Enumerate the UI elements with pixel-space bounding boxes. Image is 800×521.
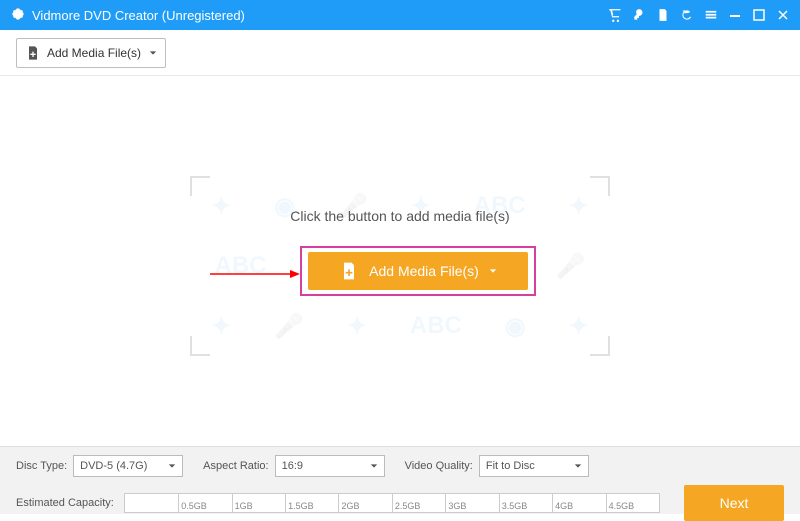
window-title: Vidmore DVD Creator (Unregistered) xyxy=(32,8,245,23)
chevron-down-icon xyxy=(149,49,157,57)
titlebar: Vidmore DVD Creator (Unregistered) xyxy=(0,0,800,30)
add-media-label-large: Add Media File(s) xyxy=(369,263,479,279)
capacity-label: Estimated Capacity: xyxy=(16,497,114,509)
capacity-bar: 0.5GB 1GB 1.5GB 2GB 2.5GB 3GB 3.5GB 4GB … xyxy=(124,493,660,513)
file-add-icon xyxy=(339,261,359,281)
menu-icon[interactable] xyxy=(704,8,718,22)
doc-icon[interactable] xyxy=(656,8,670,22)
app-logo-icon xyxy=(10,7,26,23)
maximize-icon[interactable] xyxy=(752,8,766,22)
annotation-arrow-icon xyxy=(210,268,300,280)
capacity-tick: 0.5GB xyxy=(178,494,207,512)
add-media-label-small: Add Media File(s) xyxy=(47,46,141,60)
cart-icon[interactable] xyxy=(608,8,622,22)
disc-type-label: Disc Type: xyxy=(16,460,67,472)
main-area: ✦◉🎤✦ABC✦ ABC✦◉ABC🎤 ✦🎤✦ABC◉✦ Click the bu… xyxy=(0,76,800,446)
aspect-ratio-group: Aspect Ratio: 16:9 xyxy=(203,455,384,477)
capacity-tick: 2GB xyxy=(338,494,359,512)
bottombar: Disc Type: DVD-5 (4.7G) Aspect Ratio: 16… xyxy=(0,446,800,514)
video-quality-label: Video Quality: xyxy=(405,460,473,472)
corner-bl xyxy=(190,336,210,356)
aspect-ratio-label: Aspect Ratio: xyxy=(203,460,268,472)
annotation-highlight: Add Media File(s) xyxy=(300,246,536,296)
minimize-icon[interactable] xyxy=(728,8,742,22)
capacity-tick: 2.5GB xyxy=(392,494,421,512)
video-quality-group: Video Quality: Fit to Disc xyxy=(405,455,589,477)
add-media-button-small[interactable]: Add Media File(s) xyxy=(16,38,166,68)
chevron-down-icon xyxy=(370,462,378,470)
toolbar: Add Media File(s) xyxy=(0,30,800,76)
close-icon[interactable] xyxy=(776,8,790,22)
chevron-down-icon xyxy=(574,462,582,470)
corner-br xyxy=(590,336,610,356)
dropzone-hint: Click the button to add media file(s) xyxy=(190,208,610,224)
disc-type-select[interactable]: DVD-5 (4.7G) xyxy=(73,455,183,477)
disc-type-group: Disc Type: DVD-5 (4.7G) xyxy=(16,455,183,477)
bottom-row-2: Estimated Capacity: 0.5GB 1GB 1.5GB 2GB … xyxy=(16,485,784,521)
corner-tr xyxy=(590,176,610,196)
titlebar-actions xyxy=(608,8,790,22)
capacity-tick: 4GB xyxy=(552,494,573,512)
aspect-ratio-select[interactable]: 16:9 xyxy=(275,455,385,477)
video-quality-select[interactable]: Fit to Disc xyxy=(479,455,589,477)
chevron-down-icon xyxy=(489,267,497,275)
add-media-button-large[interactable]: Add Media File(s) xyxy=(308,252,528,290)
corner-tl xyxy=(190,176,210,196)
capacity-tick: 4.5GB xyxy=(606,494,635,512)
next-button[interactable]: Next xyxy=(684,485,784,521)
capacity-tick: 1GB xyxy=(232,494,253,512)
capacity-tick: 3.5GB xyxy=(499,494,528,512)
key-icon[interactable] xyxy=(632,8,646,22)
file-add-icon xyxy=(25,45,41,61)
refresh-icon[interactable] xyxy=(680,8,694,22)
chevron-down-icon xyxy=(168,462,176,470)
capacity-tick: 3GB xyxy=(445,494,466,512)
capacity-tick: 1.5GB xyxy=(285,494,314,512)
bottom-row-1: Disc Type: DVD-5 (4.7G) Aspect Ratio: 16… xyxy=(16,455,784,477)
